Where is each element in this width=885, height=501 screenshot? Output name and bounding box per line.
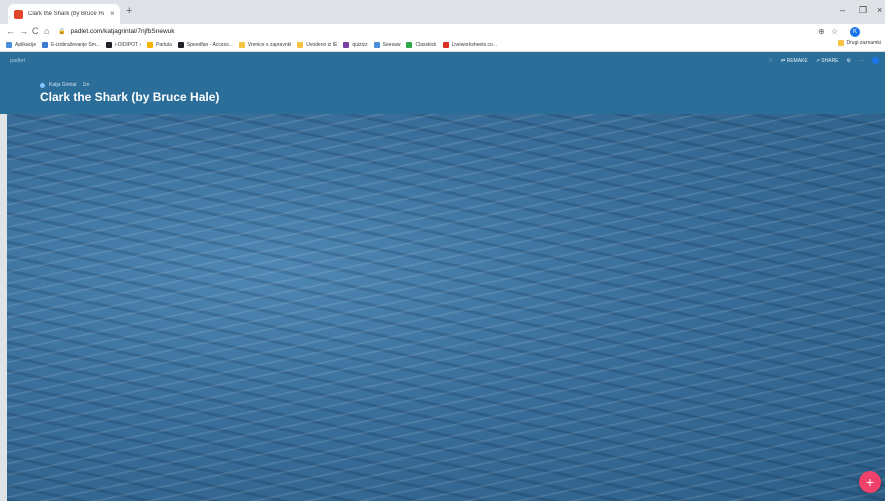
heart-icon[interactable]: ♡ [769, 58, 773, 64]
bookmark-label: Classkick [415, 42, 437, 48]
reload-icon[interactable]: C [32, 25, 39, 38]
bookmark-label: Partula [156, 42, 172, 48]
bookmark-item[interactable]: Partula [147, 42, 172, 48]
browser-window: Clark the Shark (by Bruce Hale) × + – ❐ … [0, 0, 885, 501]
star-icon[interactable]: ☆ [831, 25, 838, 38]
bookmark-item[interactable]: Vrenice s zapravnki [238, 42, 292, 48]
padlet-favicon-icon [14, 9, 23, 19]
bookmark-item[interactable]: Uvodeno iz IE [297, 42, 337, 48]
header-actions: ♡ ⇄ REMAKE ↗ SHARE ⚙ ⋯ [761, 57, 879, 64]
bookmark-icon [297, 42, 304, 48]
bookmark-label: quizizz [352, 42, 368, 48]
bookmark-label: Liveworksheets.co... [451, 42, 497, 48]
bookmark-icon [442, 42, 449, 48]
lock-icon: 🔒 [58, 29, 66, 35]
bookmark-item[interactable]: i-DIDIPOT › [106, 42, 141, 48]
bookmark-label: i-DIDIPOT › [115, 42, 142, 48]
bookmark-icon [177, 42, 184, 48]
add-post-button[interactable]: + [859, 471, 881, 493]
tab-strip: Clark the Shark (by Bruce Hale) × + – ❐ … [0, 0, 885, 24]
minimize-button[interactable]: – [840, 6, 845, 15]
bookmark-label: Uvodeno iz IE [306, 42, 338, 48]
bookmark-item[interactable]: quizizz [343, 42, 368, 48]
share-button[interactable]: ↗ SHARE [816, 58, 839, 64]
post-time: 1m [82, 82, 90, 88]
browser-toolbar: ← → C ⌂ 🔒 padlet.com/katjagrintal/7njfbS… [0, 24, 885, 39]
bookmark-icon [373, 42, 380, 48]
tab-close-icon[interactable]: × [110, 10, 115, 18]
left-gutter [0, 114, 7, 501]
tab-title: Clark the Shark (by Bruce Hale) [28, 11, 104, 17]
bookmark-label: Seesaw [382, 42, 401, 48]
home-icon[interactable]: ⌂ [44, 25, 49, 38]
bookmark-item[interactable]: Seesaw [373, 42, 401, 48]
bookmark-label: Vrenice s zapravnki [247, 42, 292, 48]
folder-icon [837, 40, 844, 46]
author-name: Katja Grintal [49, 82, 77, 88]
padlet-title: Clark the Shark (by Bruce Hale) [40, 90, 220, 104]
settings-gear-icon[interactable]: ⚙ [847, 58, 851, 64]
bookmark-icon [42, 42, 49, 48]
bookmark-label: E-izobraževanje Sm... [51, 42, 101, 48]
bookmark-icon [343, 42, 350, 48]
other-bookmarks-label: Drugi zaznamki [846, 40, 881, 46]
maximize-button[interactable]: ❐ [859, 6, 867, 15]
bookmark-label: Aplikacije [15, 42, 37, 48]
remake-button[interactable]: ⇄ REMAKE [781, 58, 808, 64]
active-tab[interactable]: Clark the Shark (by Bruce Hale) × [8, 4, 120, 24]
bookmark-item[interactable]: Classkick [406, 42, 437, 48]
bookmark-item[interactable]: Liveworksheets.co... [442, 42, 497, 48]
padlet-header: padlet ♡ ⇄ REMAKE ↗ SHARE ⚙ ⋯ Katja Grin… [0, 52, 885, 114]
author-line: Katja Grintal 1m [40, 82, 89, 88]
bookmark-icon [106, 42, 113, 48]
user-avatar[interactable] [872, 57, 879, 64]
bookmarks-bar: Aplikacije E-izobraževanje Sm... i-DIDIPOT… [0, 39, 885, 52]
address-bar[interactable]: 🔒 padlet.com/katjagrintal/7njfbSnewuk [58, 25, 796, 38]
new-tab-button[interactable]: + [126, 6, 132, 17]
url-text[interactable]: padlet.com/katjagrintal/7njfbSnewuk [70, 28, 174, 35]
water-wallpaper [7, 114, 885, 501]
bookmark-icon [238, 42, 245, 48]
more-icon[interactable]: ⋯ [859, 58, 864, 64]
bookmark-item[interactable]: E-izobraževanje Sm... [42, 42, 100, 48]
back-icon[interactable]: ← [6, 25, 15, 38]
bookmark-icon [147, 42, 154, 48]
bookmark-icon [406, 42, 413, 48]
cast-icon[interactable]: ⊕ [818, 25, 825, 38]
bookmark-label: Speedfan - Access... [186, 42, 233, 48]
bookmark-item[interactable]: Speedfan - Access... [177, 42, 233, 48]
close-window-button[interactable]: × [877, 6, 882, 15]
author-avatar [40, 82, 45, 88]
padlet-logo[interactable]: padlet [10, 58, 25, 64]
bookmark-item[interactable]: Aplikacije [6, 42, 36, 48]
forward-icon[interactable]: → [19, 25, 28, 38]
profile-avatar[interactable]: K [850, 27, 860, 37]
bookmark-icon [6, 42, 12, 48]
other-bookmarks[interactable]: Drugi zaznamki [837, 40, 881, 46]
